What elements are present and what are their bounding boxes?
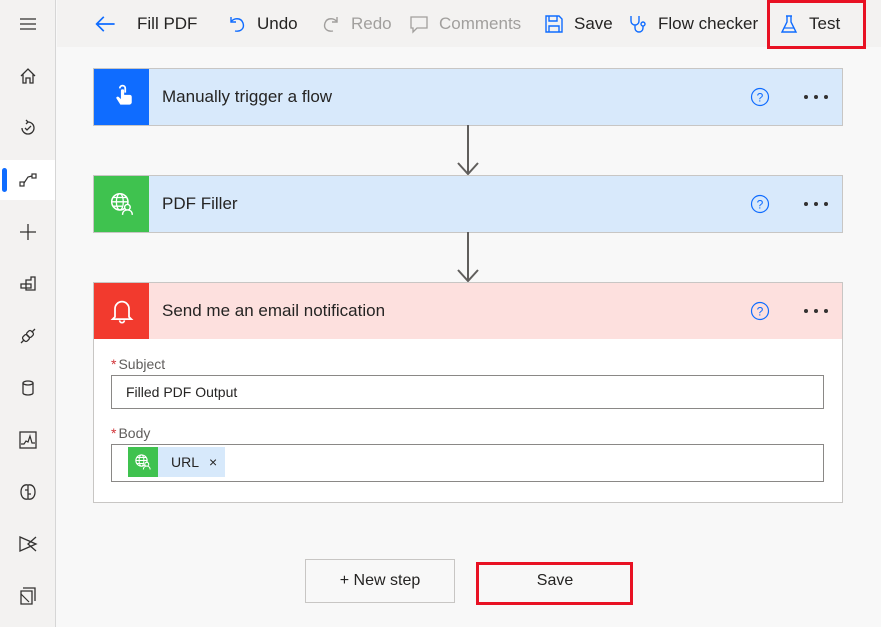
sidebar-item-create[interactable] (0, 212, 55, 252)
step-card-manual-trigger[interactable]: Manually trigger a flow ? (93, 68, 843, 126)
step-icon-tile (94, 283, 149, 339)
more-options-icon[interactable] (804, 309, 828, 313)
sidebar-item-connectors[interactable] (0, 316, 55, 356)
save-label: Save (574, 13, 613, 33)
help-icon[interactable]: ? (750, 87, 770, 107)
redo-button[interactable]: Redo (321, 0, 392, 47)
connector-arrow (457, 232, 479, 283)
sidebar-item-approvals[interactable] (0, 108, 55, 148)
save-icon (545, 14, 563, 33)
touch-icon (115, 84, 132, 105)
hamburger-menu-button[interactable] (0, 4, 55, 44)
svg-text:?: ? (757, 305, 764, 319)
hamburger-icon (19, 18, 36, 30)
svg-text:?: ? (757, 91, 764, 105)
solutions-icon (19, 587, 36, 605)
plus-icon (19, 224, 36, 240)
step-icon-tile (94, 176, 149, 232)
stethoscope-icon (630, 15, 646, 33)
undo-icon (230, 16, 245, 32)
sidebar-item-my-flows[interactable] (0, 160, 55, 200)
redo-label: Redo (351, 13, 392, 33)
step-icon-tile (94, 69, 149, 125)
token-label: URL (171, 454, 200, 470)
database-icon (21, 380, 34, 396)
help-icon[interactable]: ? (750, 301, 770, 321)
undo-button[interactable]: Undo (227, 0, 298, 47)
required-asterisk: * (111, 425, 117, 441)
comment-icon (410, 15, 428, 34)
more-options-icon[interactable] (804, 202, 828, 206)
sidebar-item-data[interactable] (0, 368, 55, 408)
bell-icon (110, 300, 133, 324)
sidebar-item-home[interactable] (0, 56, 55, 96)
sidebar-item-monitor[interactable] (0, 420, 55, 460)
connector-arrow (457, 125, 479, 176)
brain-icon (19, 484, 36, 500)
step-header[interactable]: Manually trigger a flow ? (94, 69, 842, 125)
left-nav (0, 0, 56, 627)
my-flows-icon (18, 173, 37, 187)
test-highlight-box (767, 0, 866, 49)
body-input[interactable]: URL × (111, 444, 824, 482)
sidebar-item-ai-builder[interactable] (0, 472, 55, 512)
required-asterisk: * (111, 356, 117, 372)
flow-title: Fill PDF (137, 13, 197, 33)
undo-label: Undo (257, 13, 298, 33)
step-card-pdf-filler[interactable]: PDF Filler ? (93, 175, 843, 233)
redo-icon (323, 16, 338, 32)
templates-icon (19, 276, 36, 291)
monitor-icon (18, 431, 37, 449)
home-icon (20, 68, 35, 84)
sidebar-item-solutions[interactable] (0, 576, 55, 616)
subject-input[interactable]: Filled PDF Output (111, 375, 824, 409)
svg-text:?: ? (757, 198, 764, 212)
approvals-icon (20, 119, 35, 135)
flow-checker-label: Flow checker (658, 13, 759, 33)
dynamic-content-token[interactable]: URL × (128, 447, 226, 477)
step-header[interactable]: Send me an email notification ? (94, 283, 842, 339)
comments-button[interactable]: Comments (409, 0, 521, 47)
save-button[interactable]: Save (544, 0, 613, 47)
connectors-icon (20, 328, 35, 344)
globe-person-icon (110, 192, 133, 215)
comments-label: Comments (439, 13, 522, 33)
subject-label: * Subject (111, 356, 166, 372)
step-title: Send me an email notification (162, 301, 386, 320)
process-advisor-icon (18, 536, 38, 552)
step-title: Manually trigger a flow (162, 87, 333, 106)
body-label: * Body (111, 425, 151, 441)
new-step-button[interactable]: + New step (305, 559, 455, 603)
command-bar: Fill PDF Undo Redo Comments Save Flow ch… (57, 0, 881, 47)
globe-person-icon (135, 454, 151, 470)
save-highlight-box (476, 562, 633, 605)
token-icon-tile (128, 447, 158, 477)
help-icon[interactable]: ? (750, 194, 770, 214)
remove-token-icon[interactable]: × (209, 454, 217, 470)
flow-checker-button[interactable]: Flow checker (628, 0, 758, 47)
back-button[interactable] (93, 0, 127, 47)
sidebar-item-process-advisor[interactable] (0, 524, 55, 564)
back-arrow-icon (95, 15, 115, 32)
step-card-email-notification: Send me an email notification ? * Subject… (93, 282, 843, 503)
step-title: PDF Filler (162, 194, 238, 213)
more-options-icon[interactable] (804, 95, 828, 99)
step-header[interactable]: PDF Filler ? (94, 176, 842, 232)
sidebar-item-templates[interactable] (0, 264, 55, 304)
